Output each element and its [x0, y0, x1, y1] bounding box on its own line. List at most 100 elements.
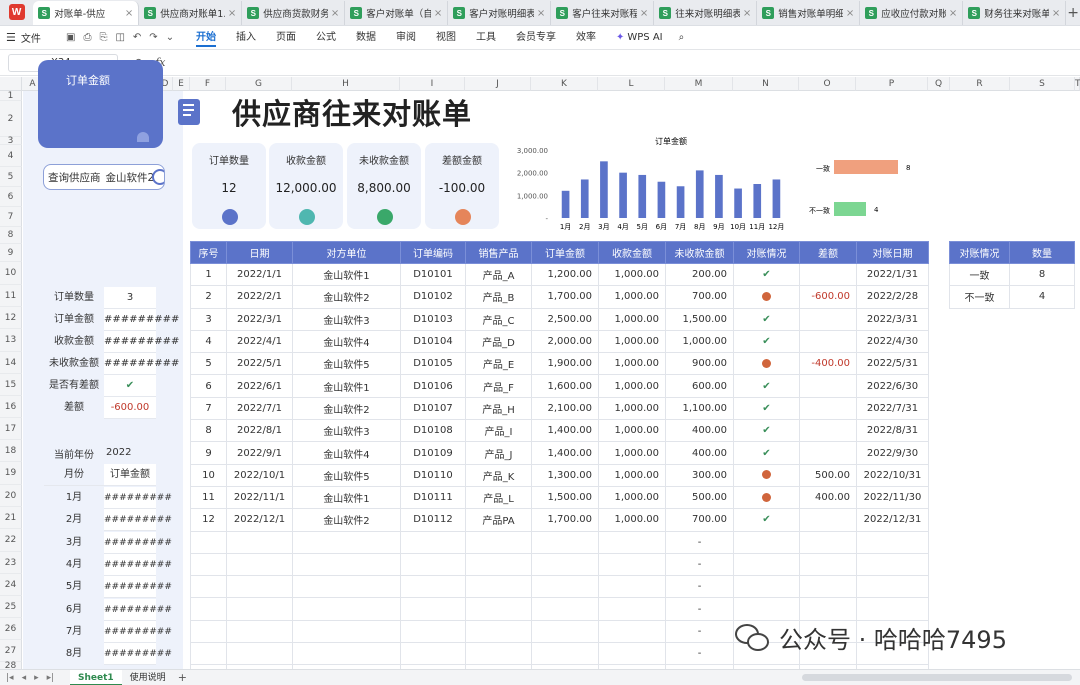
row-header[interactable]: 25: [0, 596, 22, 618]
ribbon-tab[interactable]: 工具: [476, 28, 496, 47]
column-header[interactable]: S: [1010, 77, 1075, 91]
table-cell[interactable]: 11: [190, 485, 227, 510]
close-icon[interactable]: ×: [949, 8, 957, 19]
table-cell[interactable]: D10105: [400, 352, 466, 376]
search-icon[interactable]: ⌕: [679, 32, 685, 43]
table-cell[interactable]: 7: [190, 396, 227, 421]
export-icon[interactable]: ⎙: [83, 32, 91, 43]
table-cell[interactable]: [531, 530, 599, 554]
close-icon[interactable]: ×: [640, 8, 648, 19]
table-cell[interactable]: 2022/5/31: [856, 352, 929, 376]
table-cell[interactable]: D10112: [400, 508, 466, 532]
table-cell[interactable]: 2022/12/1: [226, 508, 293, 532]
table-cell[interactable]: D10111: [400, 485, 466, 510]
table-cell[interactable]: 1,400.00: [531, 441, 599, 465]
reconcile-status-cell[interactable]: ✔: [733, 441, 800, 465]
table-cell[interactable]: 1,700.00: [531, 508, 599, 532]
row-header[interactable]: 5: [0, 167, 22, 187]
column-header[interactable]: L: [598, 77, 665, 91]
reconcile-status-cell[interactable]: ✔: [733, 329, 800, 354]
table-cell[interactable]: [598, 575, 666, 599]
table-cell[interactable]: 1,900.00: [531, 352, 599, 376]
table-cell[interactable]: [799, 419, 857, 443]
ribbon-tab[interactable]: 开始: [196, 28, 216, 47]
table-cell[interactable]: 9: [190, 441, 227, 465]
row-header[interactable]: 11: [0, 285, 22, 307]
table-cell[interactable]: [733, 575, 800, 599]
table-cell[interactable]: [465, 619, 532, 644]
row-header[interactable]: 23: [0, 552, 22, 574]
table-header[interactable]: 未收款金额: [665, 241, 734, 264]
table-cell[interactable]: 金山软件1: [292, 485, 401, 510]
close-icon[interactable]: ×: [331, 8, 339, 19]
table-row-empty[interactable]: -: [190, 552, 929, 577]
reconcile-status-cell[interactable]: [733, 352, 800, 376]
table-cell[interactable]: [531, 575, 599, 599]
table-cell[interactable]: D10103: [400, 307, 466, 331]
table-cell[interactable]: [190, 619, 227, 644]
table-cell[interactable]: 1,200.00: [531, 262, 599, 287]
close-icon[interactable]: ×: [228, 8, 236, 19]
table-cell[interactable]: 产品_C: [465, 307, 532, 331]
summary-header[interactable]: 对账情况: [949, 241, 1010, 264]
bar[interactable]: [695, 170, 704, 218]
summary-cell[interactable]: 8: [1009, 262, 1075, 287]
table-cell[interactable]: 产品_F: [465, 374, 532, 398]
table-cell[interactable]: 产品_H: [465, 396, 532, 421]
table-cell[interactable]: [598, 552, 666, 577]
column-header[interactable]: Q: [928, 77, 950, 91]
table-cell[interactable]: [292, 642, 401, 666]
table-cell[interactable]: [799, 597, 857, 621]
table-cell[interactable]: 1: [190, 262, 227, 287]
table-cell[interactable]: 700.00: [665, 508, 734, 532]
close-icon[interactable]: ×: [434, 8, 442, 19]
table-cell[interactable]: 2: [190, 285, 227, 309]
row-header[interactable]: 20: [0, 485, 22, 507]
table-cell[interactable]: 2022/4/30: [856, 329, 929, 354]
table-cell[interactable]: [531, 619, 599, 644]
table-cell[interactable]: 2,500.00: [531, 307, 599, 331]
table-cell[interactable]: -600.00: [799, 285, 857, 309]
table-cell[interactable]: 5: [190, 352, 227, 376]
table-row-empty[interactable]: -: [190, 530, 929, 554]
table-row[interactable]: 7 2022/7/1 金山软件2 D10107 产品_H 2,100.00 1,000.00…: [190, 396, 929, 421]
table-cell[interactable]: 1,300.00: [531, 463, 599, 487]
table-cell[interactable]: 900.00: [665, 352, 734, 376]
bar[interactable]: [600, 161, 608, 218]
table-row[interactable]: 11 2022/11/1 金山软件1 D10111 产品_L 1,500.00 1,000.…: [190, 485, 929, 510]
ribbon-tab[interactable]: 审阅: [396, 28, 416, 47]
document-tab[interactable]: S 对账单-供应 ×: [33, 1, 140, 25]
table-header[interactable]: 订单金额: [531, 241, 599, 264]
table-cell[interactable]: 2022/5/1: [226, 352, 293, 376]
summary-cell[interactable]: 4: [1009, 285, 1075, 309]
table-cell[interactable]: 1,000.00: [598, 307, 666, 331]
table-cell[interactable]: 金山软件1: [292, 262, 401, 287]
table-cell[interactable]: 产品_A: [465, 262, 532, 287]
table-cell[interactable]: [856, 530, 929, 554]
table-cell[interactable]: 700.00: [665, 285, 734, 309]
table-cell[interactable]: 2022/1/1: [226, 262, 293, 287]
row-header[interactable]: 24: [0, 574, 22, 596]
ribbon-tab[interactable]: 页面: [276, 28, 296, 47]
table-cell[interactable]: 产品_B: [465, 285, 532, 309]
row-header[interactable]: 18: [0, 440, 22, 462]
table-cell[interactable]: D10110: [400, 463, 466, 487]
ribbon-tab[interactable]: 视图: [436, 28, 456, 47]
table-cell[interactable]: [598, 597, 666, 621]
close-icon[interactable]: ×: [537, 8, 545, 19]
horizontal-scrollbar[interactable]: [802, 674, 1072, 681]
table-cell[interactable]: 产品_I: [465, 419, 532, 443]
ribbon-tab[interactable]: 效率: [576, 28, 596, 47]
table-cell[interactable]: 2022/11/1: [226, 485, 293, 510]
table-cell[interactable]: [465, 597, 532, 621]
table-cell[interactable]: [598, 530, 666, 554]
column-header[interactable]: G: [226, 77, 292, 91]
hbar[interactable]: [834, 160, 898, 174]
table-cell[interactable]: [190, 552, 227, 577]
table-cell[interactable]: -400.00: [799, 352, 857, 376]
table-cell[interactable]: 2022/8/31: [856, 419, 929, 443]
more-chevron-icon[interactable]: ⌄: [166, 32, 174, 43]
table-cell[interactable]: [856, 597, 929, 621]
table-cell[interactable]: [598, 642, 666, 666]
table-cell[interactable]: 300.00: [665, 463, 734, 487]
